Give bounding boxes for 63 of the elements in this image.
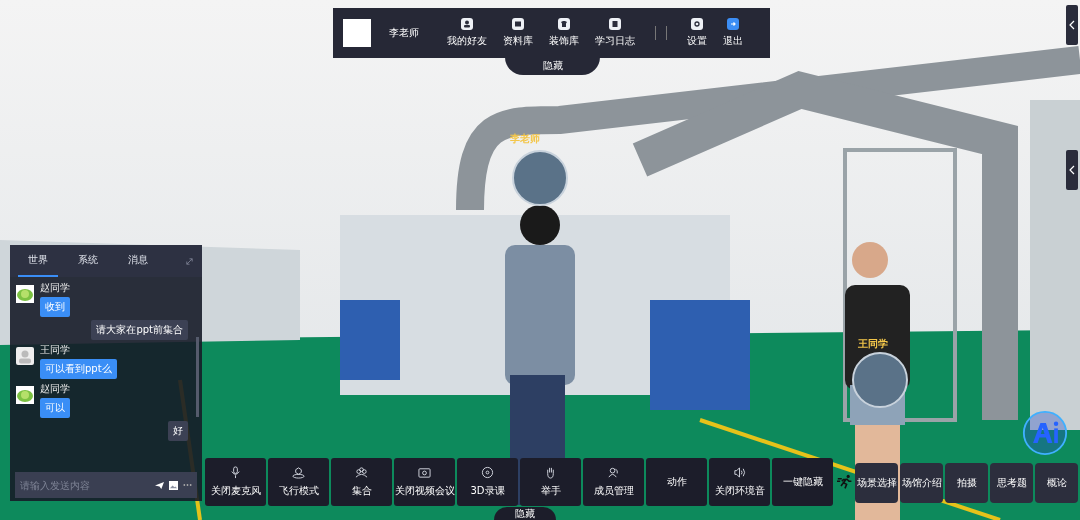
avatar-thumbnail: [343, 19, 371, 47]
user-name: 李老师: [389, 26, 419, 40]
folder-icon: [512, 18, 524, 30]
scene-menu-button[interactable]: 场景选择: [855, 463, 898, 503]
top-menu-button[interactable]: 我的好友: [441, 18, 493, 48]
avatar-name-label: 王同学: [858, 337, 888, 351]
book-icon: [609, 18, 621, 30]
toolbar-button[interactable]: 飞行模式: [268, 458, 329, 506]
person-icon: [461, 18, 473, 30]
expand-icon[interactable]: [185, 256, 194, 266]
scene-menu-button[interactable]: 思考题: [990, 463, 1033, 503]
ai-logo-icon[interactable]: [1022, 410, 1068, 456]
send-icon[interactable]: [155, 480, 164, 490]
sender-name: 赵同学: [40, 382, 70, 396]
top-menu-button[interactable]: 资料库: [497, 18, 539, 48]
toolbar-button[interactable]: 关闭环境音: [709, 458, 770, 506]
scene-menu-button[interactable]: 场馆介绍: [900, 463, 943, 503]
toolbar-button[interactable]: 关闭视频会议: [394, 458, 455, 506]
gear-icon: [691, 18, 703, 30]
hide-tab[interactable]: 隐藏: [505, 57, 600, 75]
scene-menu-button[interactable]: 概论: [1035, 463, 1078, 503]
shirt-icon: [558, 18, 570, 30]
toolbar-button[interactable]: 动作: [646, 458, 707, 506]
lettuce-avatar-icon: [16, 285, 34, 303]
chat-message: 请大家在ppt前集合: [91, 320, 188, 340]
top-menu-button[interactable]: 学习日志: [589, 18, 641, 48]
chat-tab[interactable]: 消息: [118, 245, 158, 277]
mic-icon: [229, 466, 242, 479]
chat-message: 收到: [40, 297, 70, 317]
person-avatar-icon: [16, 347, 34, 365]
chat-tab[interactable]: 系统: [68, 245, 108, 277]
hide-tab[interactable]: 隐藏: [494, 507, 556, 520]
camera-icon: [418, 466, 431, 479]
fly-icon: [292, 466, 305, 479]
hand-icon: [544, 466, 557, 479]
lettuce-avatar-icon: [16, 386, 34, 404]
top-menu-button[interactable]: 装饰库: [543, 18, 585, 48]
toolbar-button[interactable]: 3D录课: [457, 458, 518, 506]
top-menu-button[interactable]: 退出: [717, 18, 749, 48]
image-icon[interactable]: [169, 480, 178, 490]
group-icon: [355, 466, 368, 479]
collapse-tab-icon[interactable]: [1066, 150, 1078, 190]
toolbar-button[interactable]: 关闭麦克风: [205, 458, 266, 506]
sender-name: 赵同学: [40, 281, 70, 295]
scene-menu-button[interactable]: 拍摄: [945, 463, 988, 503]
collapse-tab-icon[interactable]: [1066, 5, 1078, 45]
record-icon: [481, 466, 494, 479]
toolbar-button[interactable]: 成员管理: [583, 458, 644, 506]
chat-message: 好: [168, 421, 188, 441]
running-figure-icon[interactable]: [837, 474, 853, 490]
top-menu-button[interactable]: 设置: [681, 18, 713, 48]
toolbar-button[interactable]: 集合: [331, 458, 392, 506]
chat-message: 可以: [40, 398, 70, 418]
exit-icon: [727, 18, 739, 30]
avatar-name-label: 李老师: [510, 132, 540, 146]
sound-icon: [733, 466, 746, 479]
more-icon[interactable]: [183, 483, 192, 487]
chat-tab[interactable]: 世界: [18, 245, 58, 277]
sender-name: 王同学: [40, 343, 70, 357]
toolbar-button[interactable]: 举手: [520, 458, 581, 506]
toolbar-button[interactable]: 一键隐藏: [772, 458, 833, 506]
chat-message: 可以看到ppt么: [40, 359, 117, 379]
members-icon: [607, 466, 620, 479]
